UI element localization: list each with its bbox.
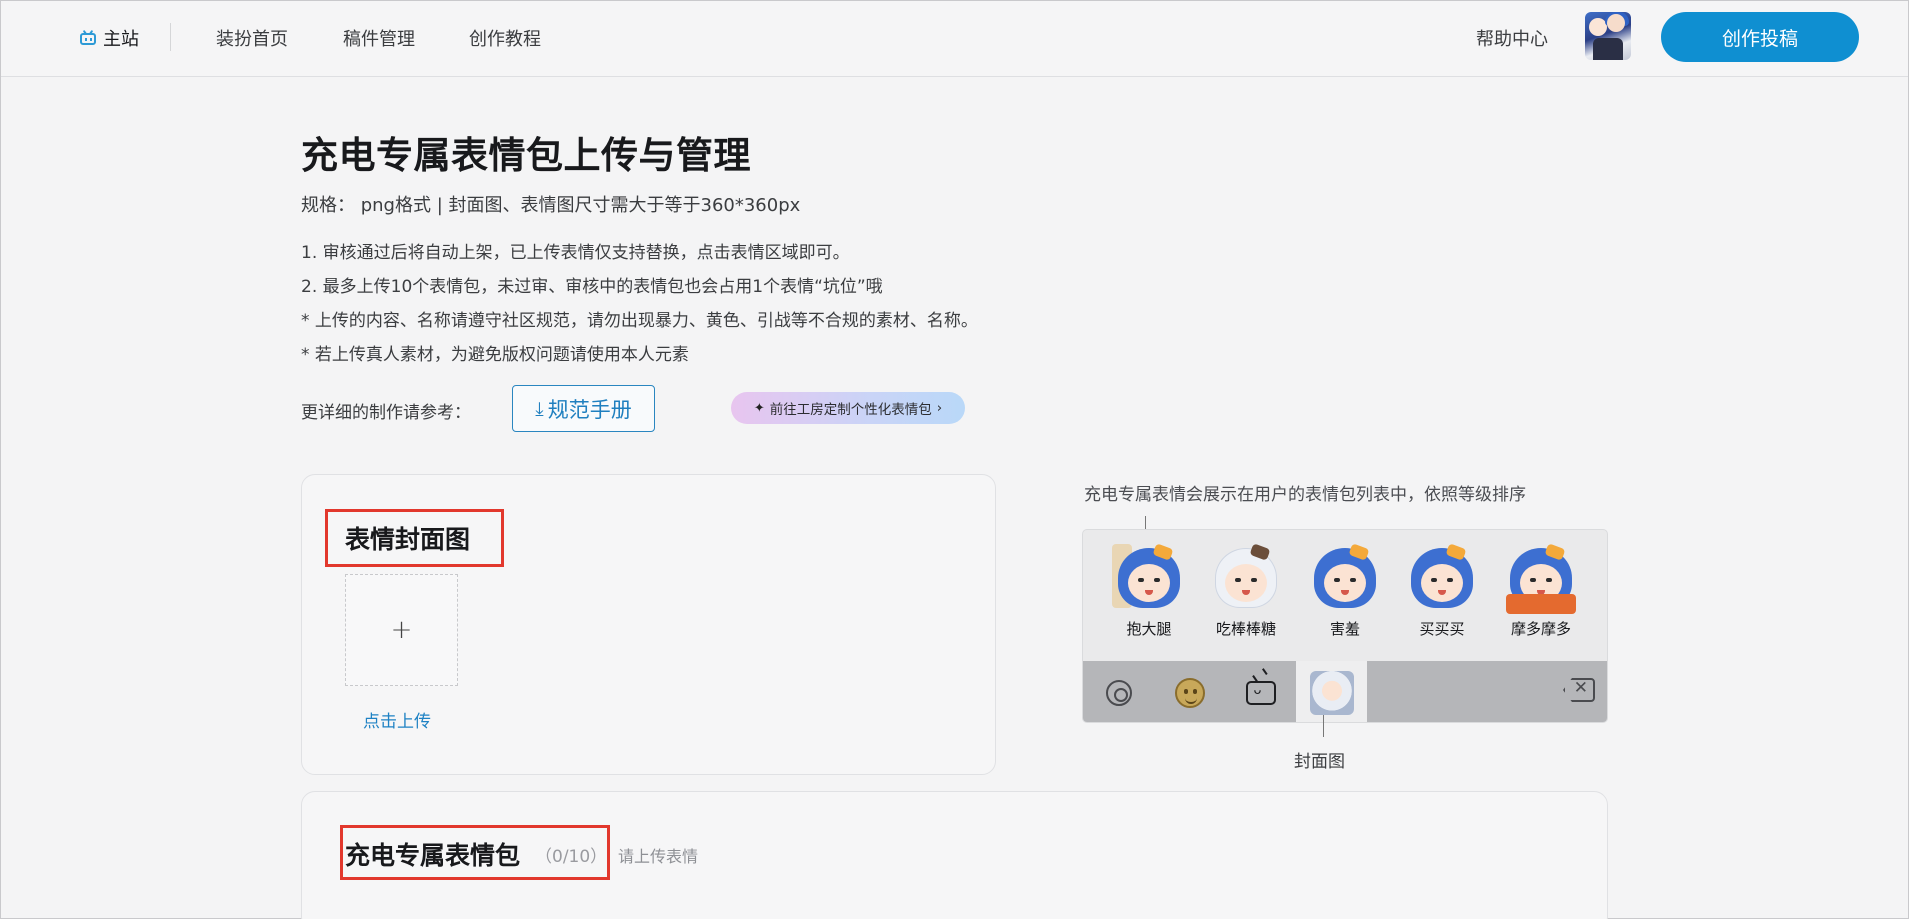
cover-label: 封面图 [1294, 752, 1345, 772]
sticker-image [1308, 542, 1382, 616]
sticker-item: 摩多摩多 [1501, 542, 1581, 639]
gear-icon [1105, 679, 1132, 706]
sticker-image [1504, 542, 1578, 616]
page: 主站 装扮首页 稿件管理 创作教程 帮助中心 创作投稿 充电专属表情包上传与管理… [0, 0, 1909, 919]
rule-item: * 上传的内容、名称请遵守社区规范，请勿出现暴力、黄色、引战等不合规的素材、名称… [301, 311, 978, 331]
top-navbar: 主站 装扮首页 稿件管理 创作教程 帮助中心 创作投稿 [1, 1, 1908, 77]
cover-tab[interactable] [1296, 661, 1367, 722]
pack-count: （0/10） [535, 847, 608, 867]
preview-caption: 充电专属表情会展示在用户的表情包列表中，依照等级排序 [1084, 485, 1526, 505]
workshop-link-label: 前往工房定制个性化表情包 [769, 402, 932, 418]
sticker-item: 害羞 [1305, 542, 1385, 639]
bilibili-tv-icon [1245, 680, 1276, 705]
sticker-image [1209, 542, 1283, 616]
spec-text: 规格： png格式 | 封面图、表情图尺寸需大于等于360*360px [301, 195, 801, 216]
sticker-image [1112, 542, 1186, 616]
nav-link-tutorials[interactable]: 创作教程 [469, 25, 541, 51]
sticker-name: 吃棒棒糖 [1215, 620, 1276, 638]
page-title: 充电专属表情包上传与管理 [301, 134, 751, 177]
sticker-item: 买买买 [1402, 542, 1482, 639]
nav-link-manuscripts[interactable]: 稿件管理 [343, 25, 415, 51]
sticker-name: 摩多摩多 [1510, 620, 1571, 638]
rule-item: 1. 审核通过后将自动上架，已上传表情仅支持替换，点击表情区域即可。 [301, 243, 850, 263]
pack-section-title: 充电专属表情包 [345, 841, 521, 870]
sparkle-icon: ✦ [753, 400, 765, 416]
click-upload-link[interactable]: 点击上传 [363, 707, 431, 732]
bilibili-tab[interactable] [1225, 661, 1296, 722]
sticker-item: 抱大腿 [1109, 542, 1189, 639]
manual-download-button[interactable]: ⤓ 规范手册 [512, 385, 655, 432]
sticker-name: 害羞 [1329, 620, 1360, 638]
sticker-name: 抱大腿 [1126, 620, 1172, 638]
plus-icon: + [390, 615, 413, 645]
publish-button[interactable]: 创作投稿 [1661, 12, 1859, 62]
emoji-face-icon [1174, 677, 1205, 708]
chevron-right-icon: › [936, 400, 943, 416]
cover-upload-box[interactable]: + [345, 574, 458, 686]
emoji-tab[interactable] [1154, 661, 1225, 722]
help-center-link[interactable]: 帮助中心 [1476, 25, 1548, 51]
close-icon: ✕ [1573, 678, 1588, 698]
nav-link-dressup[interactable]: 装扮首页 [216, 25, 288, 51]
bilibili-logo-icon [79, 29, 97, 46]
download-icon: ⤓ [535, 397, 544, 420]
manual-button-label: 规范手册 [547, 397, 632, 422]
nav-home-label: 主站 [103, 29, 139, 50]
settings-tab[interactable] [1083, 661, 1154, 722]
reference-label: 更详细的制作请参考： [301, 403, 471, 423]
cover-thumbnail [1309, 670, 1354, 715]
rule-item: * 若上传真人素材，为避免版权问题请使用本人元素 [301, 345, 689, 365]
nav-divider [170, 23, 171, 51]
sticker-image [1405, 542, 1479, 616]
sticker-preview-panel: 抱大腿 吃棒棒糖 害羞 买买买 摩多摩多 ᴗ ✕ [1082, 529, 1608, 723]
rule-item: 2. 最多上传10个表情包，未过审、审核中的表情包也会占用1个表情“坑位”哦 [301, 277, 883, 297]
cover-section-title: 表情封面图 [345, 525, 471, 554]
emoji-toolbar: ✕ [1083, 661, 1607, 722]
pack-hint: 请上传表情 [618, 847, 699, 866]
sticker-item: 吃棒棒糖 [1206, 542, 1286, 639]
pointer-line [1323, 715, 1324, 737]
user-avatar[interactable] [1585, 12, 1631, 60]
nav-home-link[interactable]: 主站 [79, 25, 139, 51]
sticker-name: 买买买 [1419, 620, 1465, 638]
workshop-link[interactable]: ✦ 前往工房定制个性化表情包 › [731, 392, 965, 424]
